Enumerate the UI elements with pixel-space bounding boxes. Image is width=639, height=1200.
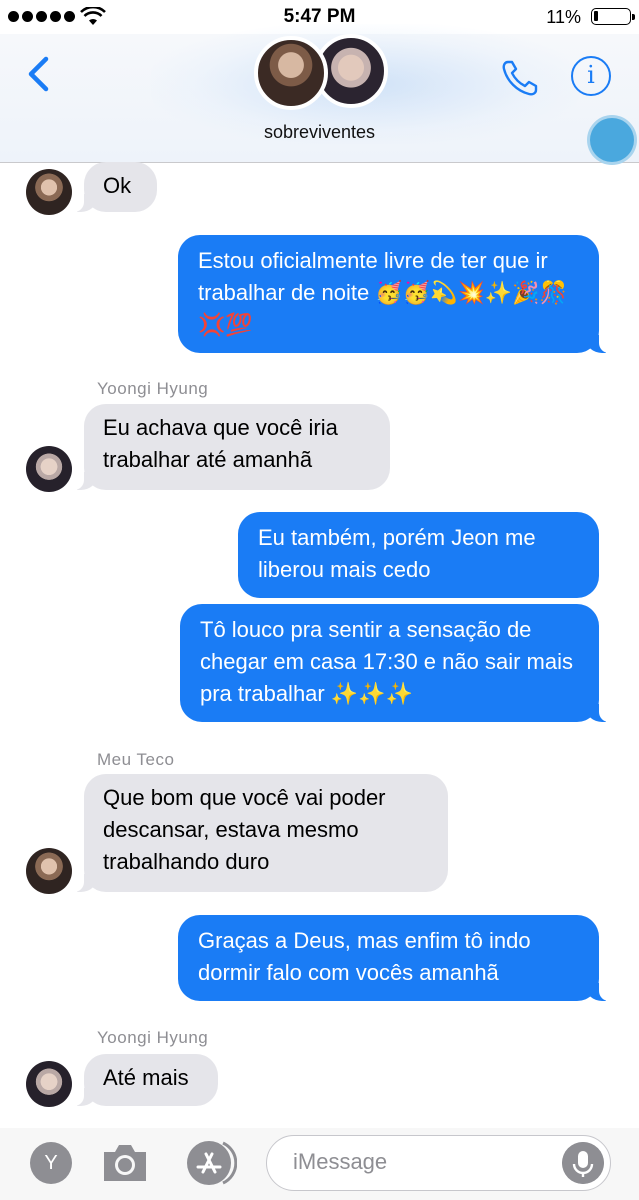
outgoing-message[interactable]: Tô louco pra sentir a sensação de chegar… [180, 604, 609, 722]
sender-avatar [26, 1061, 72, 1107]
sender-avatar [26, 169, 72, 215]
message-placeholder: iMessage [293, 1149, 388, 1174]
camera-icon[interactable] [100, 1140, 150, 1186]
info-icon[interactable]: i [571, 56, 611, 96]
y-button[interactable]: Y [30, 1142, 72, 1184]
message-text: Estou oficialmente livre de ter que ir t… [198, 248, 568, 337]
battery-icon [591, 8, 635, 25]
incoming-message[interactable]: Ok [74, 162, 157, 212]
touch-indicator [590, 118, 634, 162]
group-avatar-1 [254, 36, 328, 110]
group-avatars[interactable] [254, 34, 394, 114]
message-text: Ok [103, 173, 132, 198]
message-text: Até mais [103, 1065, 189, 1090]
app-store-icon[interactable] [181, 1140, 237, 1186]
sender-name: Yoongi Hyung [97, 379, 209, 398]
phone-icon[interactable] [498, 56, 542, 100]
message-text: Eu achava que você iria trabalhar até am… [103, 415, 338, 472]
message-text: Que bom que você vai poder descansar, es… [103, 785, 386, 874]
sender-avatar [26, 446, 72, 492]
incoming-message[interactable]: Até mais [74, 1054, 218, 1106]
outgoing-message[interactable]: Estou oficialmente livre de ter que ir t… [178, 235, 609, 353]
incoming-message[interactable]: Que bom que você vai poder descansar, es… [74, 774, 448, 892]
message-input[interactable]: iMessage [266, 1135, 611, 1191]
back-chevron-icon[interactable] [22, 54, 62, 94]
sender-name: Yoongi Hyung [97, 1028, 209, 1047]
conversation-header: sobreviventes i [0, 24, 639, 163]
sender-name: Meu Teco [97, 750, 175, 769]
composer-bar: Y iMessage [0, 1128, 639, 1200]
outgoing-message[interactable]: Graças a Deus, mas enfim tô indo dormir … [178, 915, 609, 1001]
outgoing-message[interactable]: Eu também, porém Jeon me liberou mais ce… [238, 512, 599, 598]
incoming-message[interactable]: Eu achava que você iria trabalhar até am… [74, 404, 390, 490]
battery-percent: 11% [546, 7, 581, 27]
microphone-icon[interactable] [562, 1142, 604, 1184]
message-text: Graças a Deus, mas enfim tô indo dormir … [198, 928, 531, 985]
group-name[interactable]: sobreviventes [0, 122, 639, 143]
message-text: Eu também, porém Jeon me liberou mais ce… [258, 525, 536, 582]
sender-avatar [26, 848, 72, 894]
message-text: Tô louco pra sentir a sensação de chegar… [200, 617, 573, 706]
